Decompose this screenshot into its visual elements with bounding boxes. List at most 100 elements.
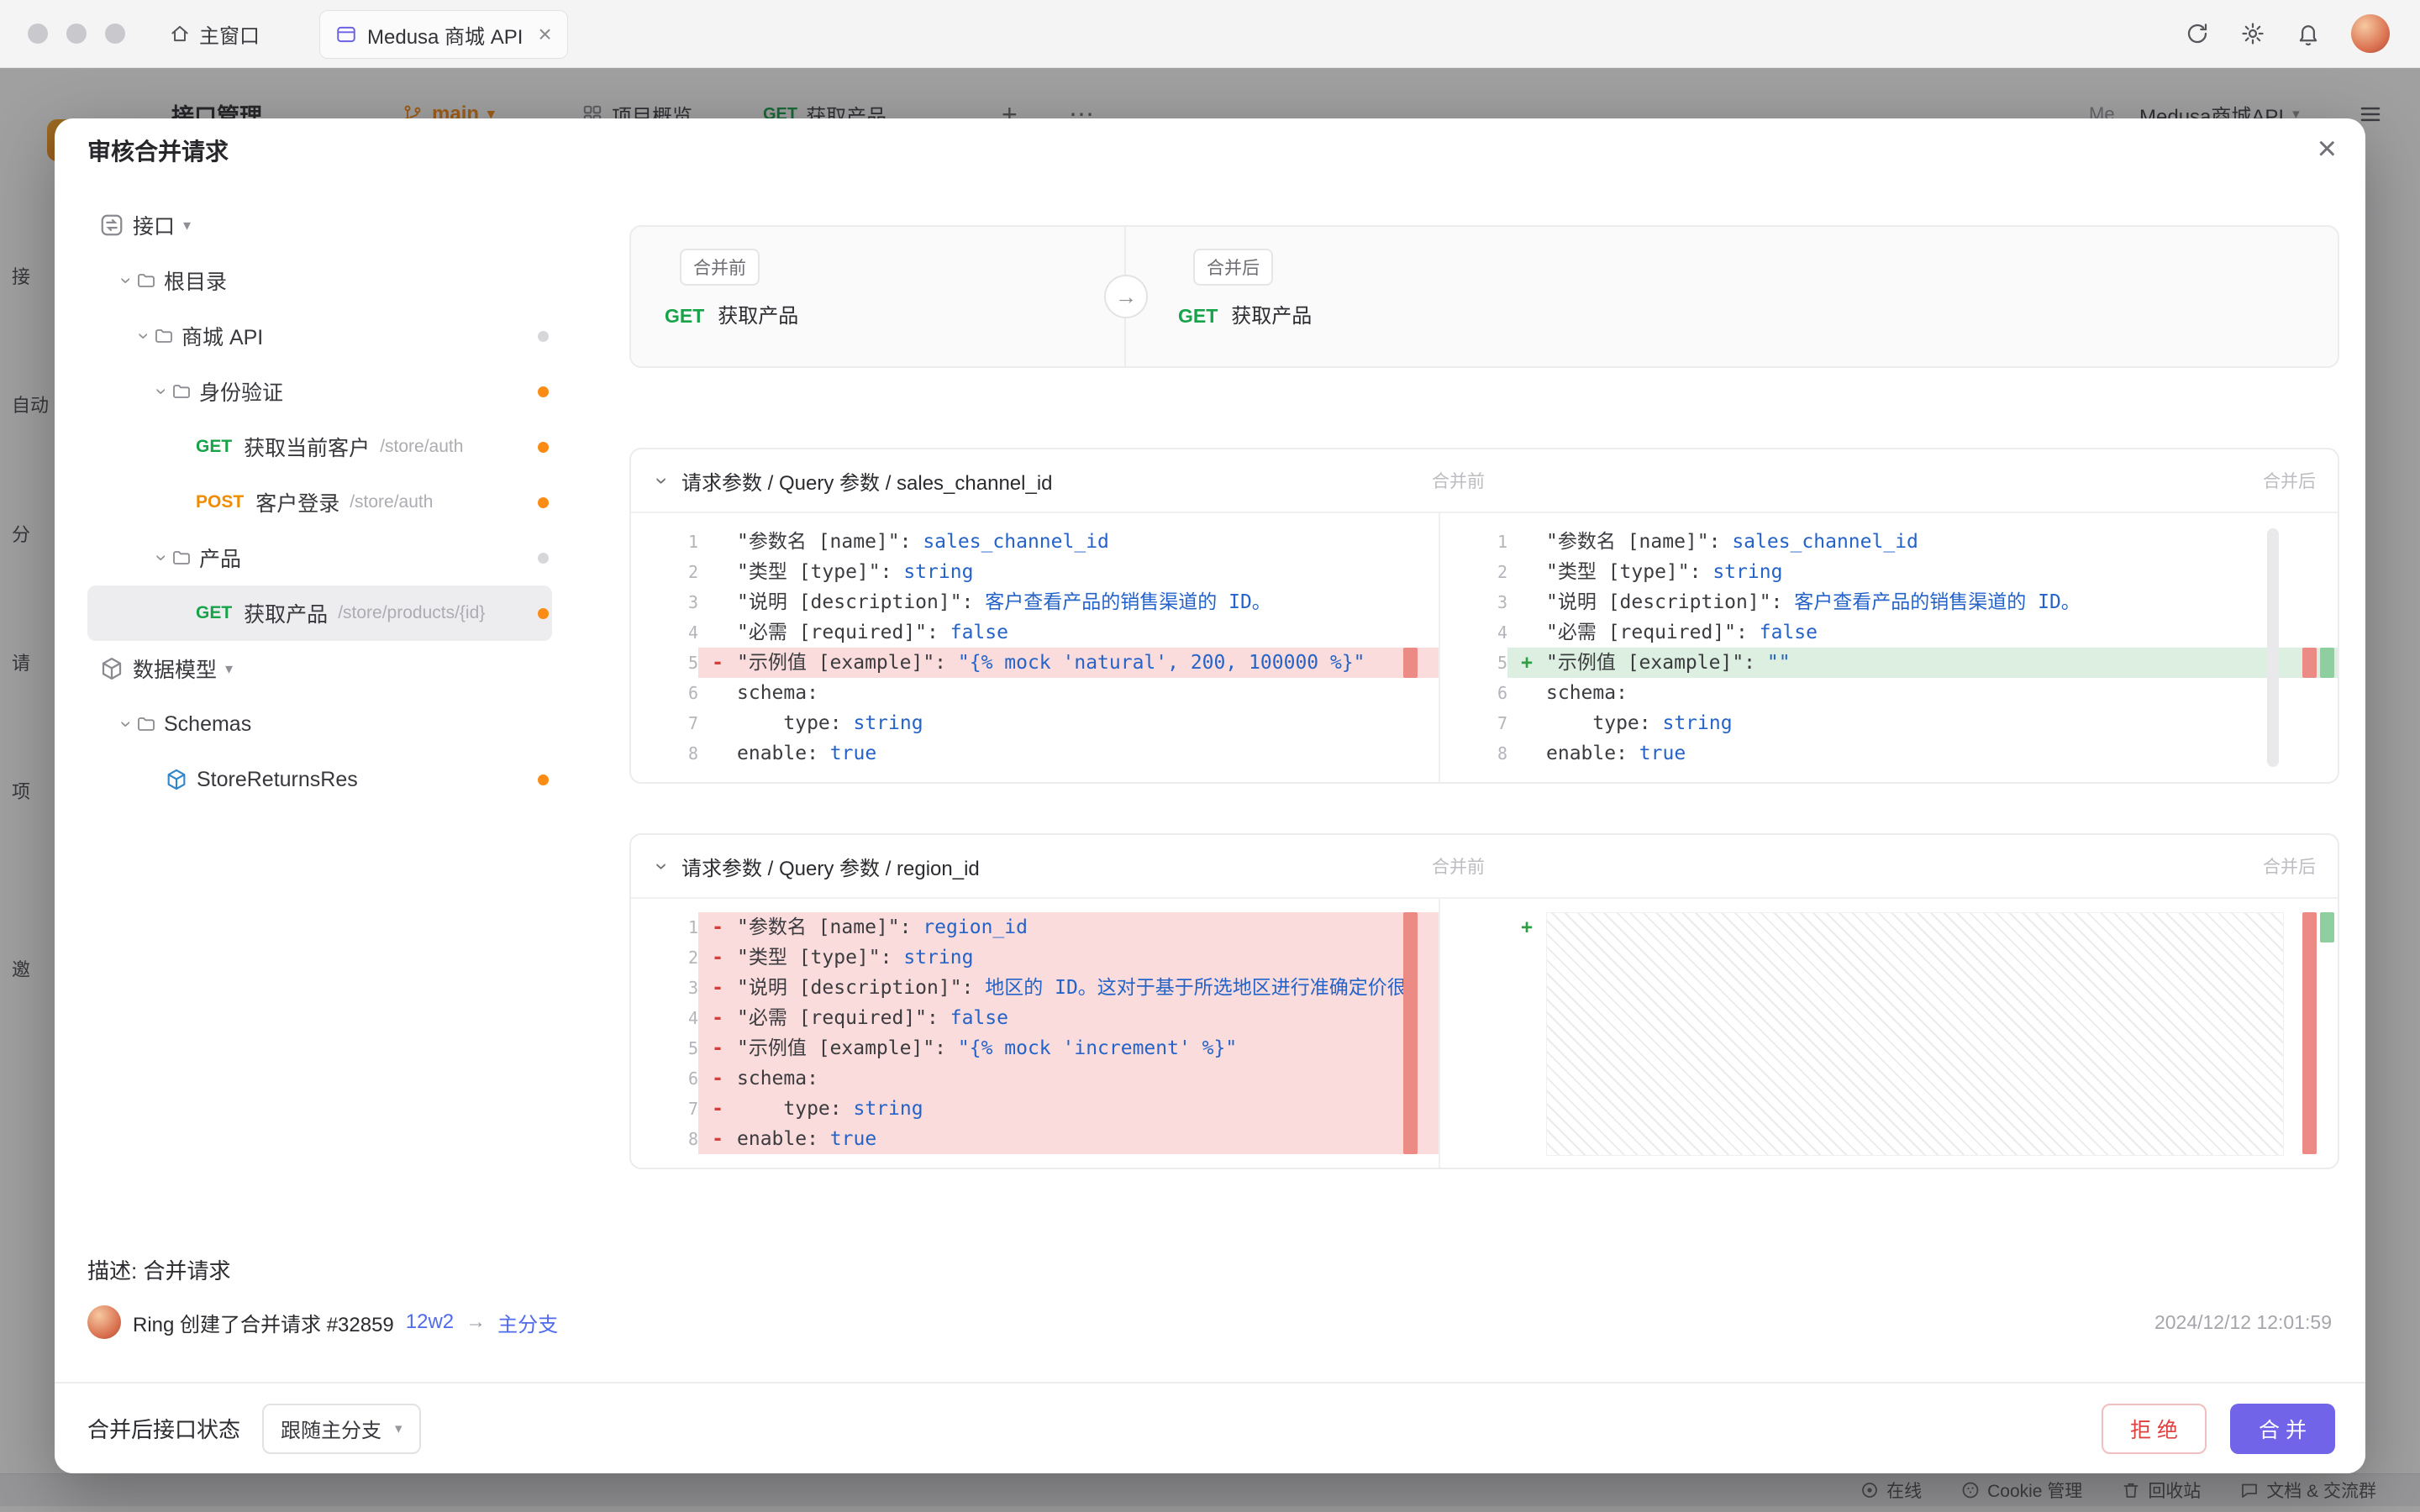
- close-window-button[interactable]: [28, 24, 48, 44]
- before-badge: 合并前: [680, 249, 760, 286]
- status-dropdown[interactable]: 跟随主分支 ▾: [262, 1404, 421, 1454]
- diff-pane-before: 1-"参数名 [name]": region_id2-"类型 [type]": …: [631, 899, 1440, 1168]
- diff-marker: -: [698, 1094, 737, 1124]
- creator-avatar: [87, 1305, 121, 1339]
- gear-icon[interactable]: [2240, 21, 2265, 46]
- tree-item-label: 商城 API: [182, 321, 263, 351]
- caret-down-icon: ▾: [395, 1420, 402, 1437]
- diff-marker: -: [698, 942, 737, 973]
- change-dot: [538, 774, 549, 785]
- modal-footer: 合并后接口状态 跟随主分支 ▾ 拒 绝 合 并: [55, 1382, 2365, 1473]
- compare-after: 合并后 GET 获取产品: [1126, 227, 2338, 366]
- model-icon: [99, 656, 124, 681]
- tree-item-label: StoreReturnsRes: [197, 768, 358, 792]
- line-number: 3: [631, 973, 698, 1003]
- code-line: 2"类型 [type]": string: [1440, 557, 2338, 587]
- close-tab-icon[interactable]: ×: [538, 21, 551, 48]
- diff-marker: +: [1507, 912, 1546, 942]
- change-dot: [538, 331, 549, 342]
- reject-button[interactable]: 拒 绝: [2102, 1404, 2207, 1454]
- method-label: GET: [1178, 305, 1218, 328]
- tree-item[interactable]: ›根目录: [87, 253, 552, 308]
- close-modal-icon[interactable]: ×: [2317, 130, 2337, 167]
- merge-button[interactable]: 合 并: [2230, 1404, 2335, 1454]
- diff-marker: [1507, 678, 1546, 708]
- merge-sidebar-tree: 接口▾›根目录›商城 API›身份验证GET获取当前客户/store/authP…: [87, 197, 552, 807]
- refresh-icon[interactable]: [2185, 21, 2210, 46]
- user-avatar[interactable]: [2351, 14, 2390, 53]
- minimize-window-button[interactable]: [66, 24, 87, 44]
- code-line: 7 type: string: [1440, 708, 2338, 738]
- tree-item[interactable]: ›Schemas: [87, 696, 552, 752]
- before-column-label: 合并前: [1432, 853, 1485, 879]
- caret-down-icon[interactable]: ▾: [183, 217, 191, 234]
- line-number: 8: [631, 1124, 698, 1154]
- line-number: 8: [631, 738, 698, 769]
- compare-before: 合并前 GET 获取产品: [631, 227, 1126, 366]
- line-number: 5: [631, 1033, 698, 1063]
- diff-section-header[interactable]: ›请求参数 / Query 参数 / region_id合并前合并后: [631, 835, 2338, 899]
- diff-section-title: 请求参数 / Query 参数 / sales_channel_id: [681, 466, 1053, 496]
- tree-schema[interactable]: StoreReturnsRes: [87, 752, 552, 807]
- tree-item[interactable]: 数据模型 ▾: [87, 641, 552, 696]
- tree-item-label: 产品: [199, 543, 241, 573]
- chevron-down-icon[interactable]: ›: [132, 327, 155, 345]
- scrollbar-thumb[interactable]: [2267, 528, 2279, 767]
- tree-item-path: /store/auth: [350, 492, 433, 512]
- line-number: 6: [631, 1063, 698, 1094]
- diff-marker: [698, 708, 737, 738]
- chevron-down-icon[interactable]: ›: [114, 715, 138, 733]
- tree-endpoint[interactable]: GET获取当前客户/store/auth: [87, 419, 552, 475]
- chevron-down-icon[interactable]: ›: [650, 471, 676, 490]
- tree-endpoint[interactable]: GET获取产品/store/products/{id}: [87, 585, 552, 641]
- tree-item-label: 数据模型: [133, 654, 217, 684]
- diff-marker: [1507, 557, 1546, 587]
- merge-review-modal: 审核合并请求 × 接口▾›根目录›商城 API›身份验证GET获取当前客户/st…: [55, 118, 2365, 1473]
- diff-pane-after: +: [1440, 899, 2338, 1168]
- merge-description: 描述: 合并请求 Ring 创建了合并请求 #32859 12w2 → 主分支 …: [87, 1254, 2332, 1339]
- tree-endpoint[interactable]: POST客户登录/store/auth: [87, 475, 552, 530]
- diff-marker: -: [698, 973, 737, 1003]
- status-label: 合并后接口状态: [87, 1413, 240, 1444]
- line-number: 6: [631, 678, 698, 708]
- tree-item-label: 身份验证: [199, 376, 283, 407]
- main-window-label: 主窗口: [199, 19, 260, 49]
- code-line: 2-"类型 [type]": string: [631, 942, 1439, 973]
- chevron-down-icon[interactable]: ›: [650, 857, 676, 875]
- method-label: GET: [196, 603, 232, 623]
- diff-section-header[interactable]: ›请求参数 / Query 参数 / sales_channel_id合并前合并…: [631, 449, 2338, 513]
- window-icon: [335, 24, 357, 45]
- diff-marker: -: [698, 648, 737, 678]
- chevron-down-icon[interactable]: ›: [150, 382, 173, 401]
- diff-section-body: 1"参数名 [name]": sales_channel_id2"类型 [typ…: [631, 513, 2338, 782]
- line-number: 7: [1440, 708, 1507, 738]
- line-number: 1: [1440, 527, 1507, 557]
- project-tab[interactable]: Medusa 商城 API ×: [319, 10, 568, 59]
- schema-icon: [165, 768, 188, 791]
- caret-down-icon[interactable]: ▾: [225, 660, 233, 678]
- line-number: 3: [1440, 587, 1507, 617]
- diff-marker: -: [698, 912, 737, 942]
- api-icon: [99, 213, 124, 238]
- diff-marker: -: [698, 1063, 737, 1094]
- line-number: 6: [1440, 678, 1507, 708]
- tree-item-label: 客户登录: [255, 487, 339, 517]
- diff-marker: [698, 587, 737, 617]
- description-heading: 描述: 合并请求: [87, 1254, 2332, 1285]
- tree-item[interactable]: › 商城 API: [87, 308, 552, 364]
- diff-section: ›请求参数 / Query 参数 / sales_channel_id合并前合并…: [629, 448, 2339, 784]
- target-branch-link[interactable]: 主分支: [497, 1308, 558, 1337]
- chevron-down-icon[interactable]: ›: [150, 549, 173, 567]
- tree-item-label: 获取当前客户: [244, 432, 370, 462]
- tree-item[interactable]: › 产品: [87, 530, 552, 585]
- code-line: 5-"示例值 [example]": "{% mock 'natural', 2…: [631, 648, 1439, 678]
- bell-icon[interactable]: [2296, 21, 2321, 46]
- line-number: 5: [631, 648, 698, 678]
- zoom-window-button[interactable]: [105, 24, 125, 44]
- source-branch-link[interactable]: 12w2: [406, 1310, 454, 1334]
- tree-item[interactable]: 接口▾: [87, 197, 552, 253]
- main-window-tab[interactable]: 主窗口: [169, 19, 260, 49]
- tree-item[interactable]: › 身份验证: [87, 364, 552, 419]
- chevron-down-icon[interactable]: ›: [114, 271, 138, 290]
- code-line: 1"参数名 [name]": sales_channel_id: [1440, 527, 2338, 557]
